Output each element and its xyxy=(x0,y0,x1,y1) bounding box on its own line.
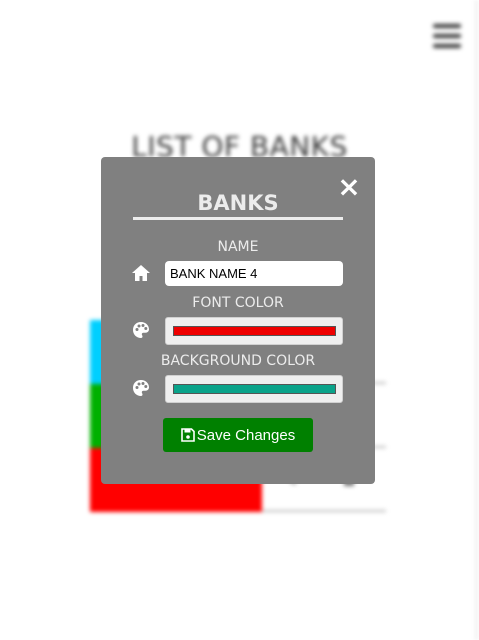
palette-icon xyxy=(131,320,151,340)
background-color-picker[interactable] xyxy=(165,375,343,403)
font-color-picker[interactable] xyxy=(165,317,343,345)
font-color-label: FONT COLOR xyxy=(192,295,284,311)
floppy-disk-icon xyxy=(180,428,195,442)
bank-name-input[interactable] xyxy=(165,261,343,286)
palette-icon xyxy=(131,378,151,398)
modal-title: BANKS xyxy=(133,191,343,220)
scrollbar-track xyxy=(476,0,477,640)
background-color-label: BACKGROUND COLOR xyxy=(160,353,316,369)
name-label: NAME xyxy=(217,239,259,255)
save-changes-button[interactable]: Save Changes xyxy=(163,418,313,452)
font-color-value xyxy=(173,326,336,336)
background-color-value xyxy=(173,384,336,394)
home-icon xyxy=(131,263,151,283)
save-changes-label: Save Changes xyxy=(196,426,296,444)
edit-bank-modal: × BANKS NAME FONT COLOR BACKGROUND COLOR xyxy=(101,157,375,484)
divider xyxy=(262,510,386,512)
hamburger-menu-icon[interactable] xyxy=(433,24,461,48)
